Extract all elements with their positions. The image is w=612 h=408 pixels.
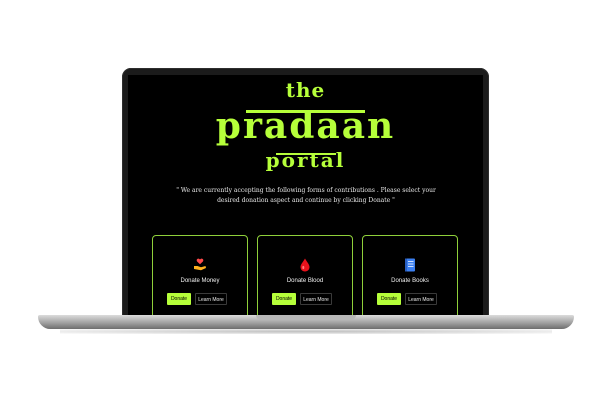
title-the: the [285, 78, 326, 102]
laptop-screen: the pradaan portal " We are currently ac… [128, 75, 483, 315]
donate-button[interactable]: Donate [167, 293, 191, 305]
card-donate-books: Donate Books Donate Learn More [362, 235, 458, 315]
card-donate-blood: Donate Blood Donate Learn More [257, 235, 353, 315]
money-hand-icon [153, 258, 247, 272]
book-icon [363, 258, 457, 272]
intro-text: " We are currently accepting the followi… [176, 187, 436, 204]
title-pradaan: pradaan [215, 105, 396, 147]
card-label: Donate Blood [286, 278, 324, 284]
laptop-shadow [60, 329, 552, 334]
title-portal: portal [265, 148, 346, 172]
card-label: Donate Books [391, 278, 429, 284]
donate-button[interactable]: Donate [272, 293, 296, 305]
card-label: Donate Money [180, 278, 220, 284]
laptop-mockup: the pradaan portal " We are currently ac… [0, 0, 612, 408]
card-donate-money: Donate Money Donate Learn More [152, 235, 248, 315]
laptop-notch [256, 315, 356, 320]
learn-more-button[interactable]: Learn More [405, 293, 437, 305]
learn-more-button[interactable]: Learn More [300, 293, 332, 305]
learn-more-button[interactable]: Learn More [195, 293, 227, 305]
donate-button[interactable]: Donate [377, 293, 401, 305]
blood-drop-icon [258, 258, 352, 272]
